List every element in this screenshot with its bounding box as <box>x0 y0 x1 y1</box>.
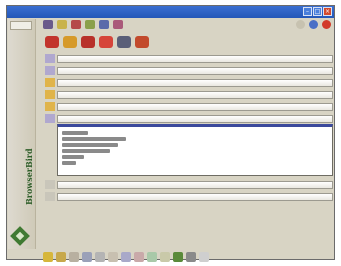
pencil-icon <box>45 78 55 87</box>
minimize-button[interactable]: – <box>303 7 312 16</box>
field-8[interactable] <box>57 193 333 201</box>
text-line <box>62 161 76 165</box>
toolbar-right-group <box>296 20 331 29</box>
field-3[interactable] <box>57 79 333 87</box>
field-row <box>43 102 333 112</box>
tool-f-icon[interactable] <box>113 20 123 29</box>
tool-b-icon[interactable] <box>57 20 67 29</box>
field-5[interactable] <box>57 103 333 111</box>
clip-icon[interactable] <box>117 36 131 48</box>
car-icon[interactable] <box>45 36 59 48</box>
person-icon <box>45 66 55 75</box>
field-row <box>43 90 333 100</box>
text-line <box>62 143 118 147</box>
search-icon[interactable] <box>147 252 157 262</box>
field-1[interactable] <box>57 55 333 63</box>
bottom-toolbar <box>43 252 313 264</box>
field-row <box>43 54 333 64</box>
glass-icon[interactable] <box>99 36 113 48</box>
text-line <box>62 149 110 153</box>
tool-e-icon[interactable] <box>99 20 109 29</box>
tool-c-icon[interactable] <box>71 20 81 29</box>
list-icon[interactable] <box>160 252 170 262</box>
doc-icon <box>45 192 55 201</box>
tool-a-icon[interactable] <box>43 20 53 29</box>
main-toolbar <box>43 20 333 34</box>
notes-textarea[interactable] <box>57 124 333 176</box>
tag-icon[interactable] <box>134 252 144 262</box>
cup-icon[interactable] <box>63 36 77 48</box>
text-line <box>62 131 88 135</box>
title-bar: – □ × <box>7 6 334 18</box>
pencil-icon <box>45 90 55 99</box>
leaf-icon[interactable] <box>173 252 183 262</box>
window-controls: – □ × <box>303 7 332 16</box>
settings-icon[interactable] <box>186 252 196 262</box>
text-line <box>62 137 126 141</box>
field-4[interactable] <box>57 91 333 99</box>
stop-icon[interactable] <box>322 20 331 29</box>
globe-icon[interactable] <box>309 20 318 29</box>
mail-icon[interactable] <box>121 252 131 262</box>
pencil-icon[interactable] <box>296 20 305 29</box>
tool-d-icon[interactable] <box>85 20 95 29</box>
text-line <box>62 155 84 159</box>
print-icon[interactable] <box>108 252 118 262</box>
pencil-icon <box>45 102 55 111</box>
maximize-button[interactable]: □ <box>313 7 322 16</box>
field-row <box>43 78 333 88</box>
field-row <box>43 66 333 76</box>
field-row <box>43 192 333 202</box>
doc-icon <box>45 180 55 189</box>
field-7[interactable] <box>57 181 333 189</box>
zoom-icon[interactable] <box>199 252 209 262</box>
tennis-icon[interactable] <box>135 36 149 48</box>
paste-icon[interactable] <box>95 252 105 262</box>
field-row <box>43 180 333 190</box>
field-2[interactable] <box>57 67 333 75</box>
brand-name: BrowserBird <box>24 148 34 205</box>
edit-icon[interactable] <box>69 252 79 262</box>
folder-icon[interactable] <box>43 252 53 262</box>
sidebar-tab[interactable] <box>10 21 32 30</box>
boot-icon[interactable] <box>81 36 95 48</box>
field-row <box>43 114 333 124</box>
app-window: – □ × BrowserBird <box>6 5 335 262</box>
form-panel <box>43 54 333 250</box>
left-sidebar: BrowserBird <box>8 19 36 249</box>
field-6[interactable] <box>57 115 333 123</box>
person-icon <box>45 54 55 63</box>
category-icon-row <box>45 36 185 50</box>
open-icon[interactable] <box>56 252 66 262</box>
close-button[interactable]: × <box>323 7 332 16</box>
person-icon <box>45 114 55 123</box>
copy-icon[interactable] <box>82 252 92 262</box>
